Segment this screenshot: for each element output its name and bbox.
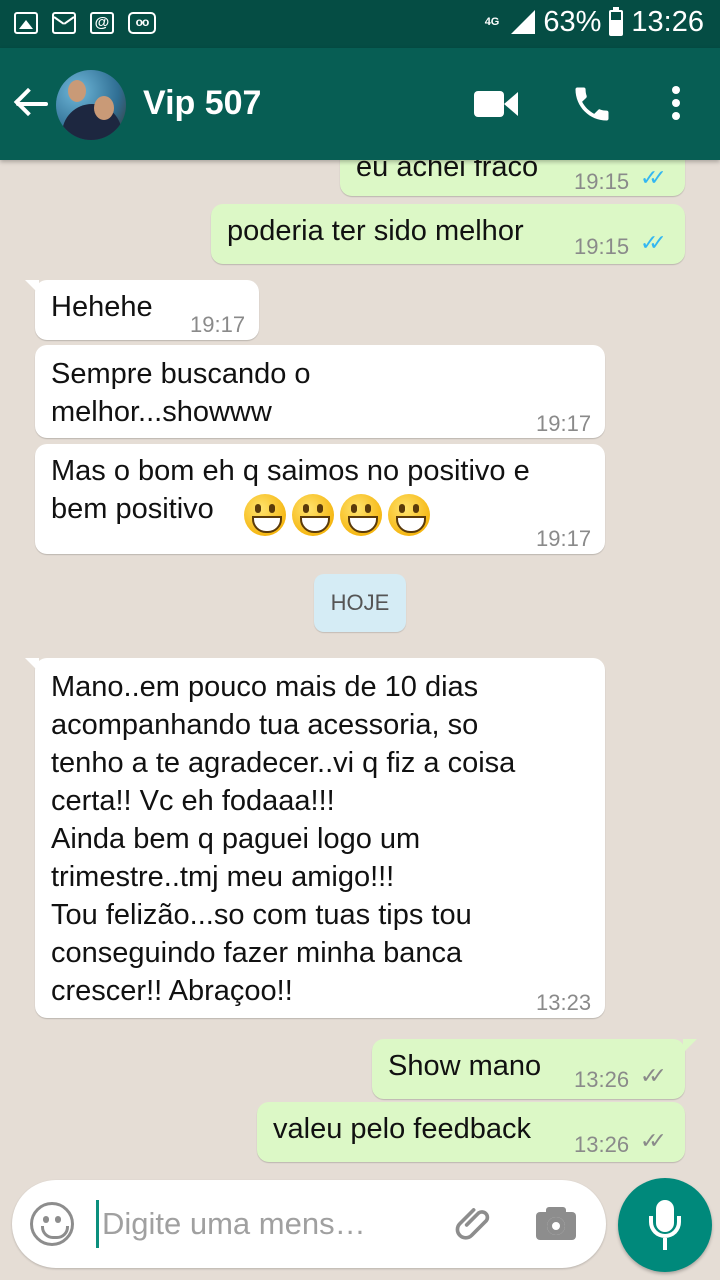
mail-icon	[52, 12, 76, 34]
message-time: 19:17	[536, 411, 592, 436]
voicemail-icon: oo	[128, 12, 156, 34]
more-vert-icon[interactable]	[668, 86, 684, 122]
signal-icon	[509, 9, 536, 36]
message-time: 13:26	[574, 1132, 630, 1157]
message-time: 19:17	[536, 526, 592, 551]
message-incoming[interactable]: Mano..em pouco mais de 10 dias acompanha…	[25, 658, 605, 1018]
message-list[interactable]: eu achei fraco 19:15 ✓✓ poderia ter sido…	[0, 160, 720, 1176]
message-text: Sempre buscando o melhor...showww	[51, 358, 311, 428]
message-outgoing[interactable]: poderia ter sido melhor 19:15 ✓✓	[211, 204, 685, 264]
message-text: poderia ter sido melhor	[227, 215, 524, 247]
message-time: 13:23	[536, 990, 592, 1015]
clock: 13:26	[631, 6, 704, 38]
battery-percent: 63%	[543, 6, 602, 38]
double-check-icon: ✓✓	[640, 165, 667, 190]
message-outgoing[interactable]: eu achei fraco 19:15 ✓✓	[340, 160, 685, 196]
video-call-icon[interactable]	[474, 88, 518, 118]
phone-icon[interactable]	[570, 82, 614, 126]
status-bar: @ oo 4G 63% 13:26	[0, 0, 720, 48]
message-time: 19:17	[190, 312, 246, 337]
message-text: Hehehe	[51, 291, 153, 323]
battery-icon	[609, 6, 624, 36]
chat-header: Vip 507	[0, 48, 720, 160]
message-outgoing[interactable]: Show mano 13:26 ✓✓	[372, 1039, 697, 1099]
message-text: eu achei fraco	[356, 160, 539, 183]
grinning-emoji-icon	[244, 494, 286, 536]
message-incoming[interactable]: Mas o bom eh q saimos no positivo e bem …	[35, 444, 605, 554]
grinning-emoji-icon	[340, 494, 382, 536]
grinning-emoji-icon	[388, 494, 430, 536]
notification-icons: @ oo	[14, 12, 156, 34]
message-time: 19:15	[574, 169, 630, 194]
grinning-emoji-icon	[292, 494, 334, 536]
network-type: 4G	[484, 16, 500, 28]
message-incoming[interactable]: Hehehe 19:17	[25, 280, 259, 340]
camera-icon[interactable]	[534, 1204, 578, 1244]
arrow-left-icon[interactable]	[13, 86, 50, 122]
text-caret	[96, 1200, 99, 1248]
email-at-icon: @	[90, 12, 114, 34]
emoji-group	[244, 494, 436, 536]
date-separator: HOJE	[314, 574, 406, 632]
composer	[12, 1180, 606, 1268]
message-text: valeu pelo feedback	[273, 1113, 531, 1145]
message-incoming[interactable]: Sempre buscando o melhor...showww 19:17	[35, 345, 605, 438]
message-outgoing[interactable]: valeu pelo feedback 13:26 ✓✓	[257, 1102, 685, 1162]
mic-icon[interactable]	[618, 1178, 712, 1272]
message-text: Show mano	[388, 1050, 542, 1082]
avatar[interactable]	[56, 70, 126, 140]
emoji-icon[interactable]	[30, 1202, 74, 1246]
message-text: Mano..em pouco mais de 10 dias acompanha…	[51, 671, 516, 1007]
system-indicators: 4G 63% 13:26	[485, 6, 704, 39]
paperclip-icon[interactable]	[452, 1202, 496, 1246]
message-time: 19:15	[574, 234, 630, 259]
message-input[interactable]	[102, 1200, 432, 1248]
message-time: 13:26	[574, 1067, 630, 1092]
double-check-icon: ✓✓	[640, 230, 667, 255]
gallery-icon	[14, 12, 38, 34]
contact-name[interactable]: Vip 507	[143, 84, 261, 123]
double-check-icon: ✓✓	[640, 1128, 667, 1153]
double-check-icon: ✓✓	[640, 1063, 667, 1088]
